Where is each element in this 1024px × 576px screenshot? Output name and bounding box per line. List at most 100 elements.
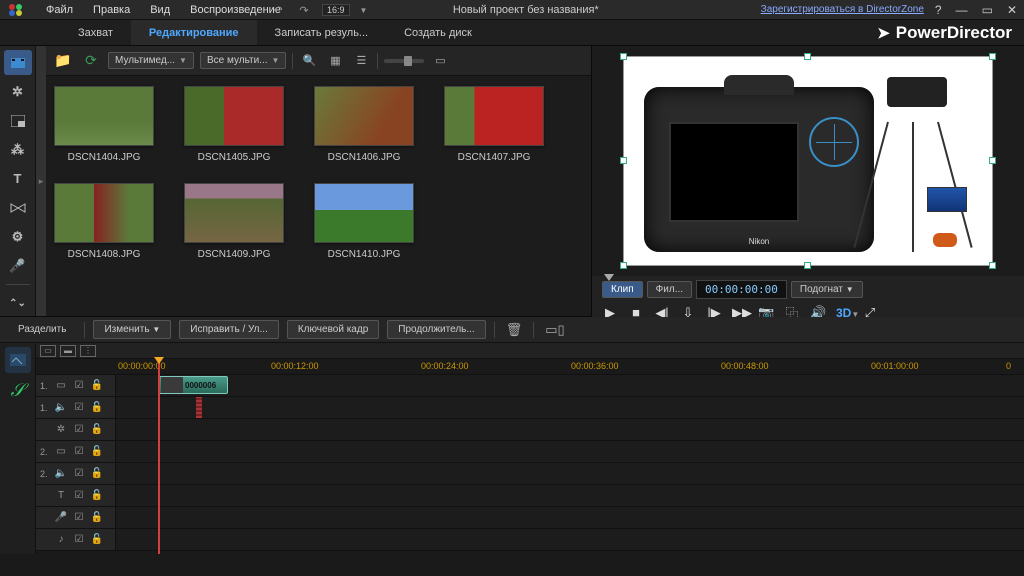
media-thumb[interactable]: DSCN1405.JPG [184,86,284,163]
visibility-icon[interactable]: ☑ [72,468,86,479]
playhead[interactable] [158,359,160,554]
track-header-title[interactable]: T☑🔓 [36,485,116,507]
track-header-voice[interactable]: 🎤☑🔓 [36,507,116,529]
delete-icon[interactable]: 🗑 [503,322,526,338]
lock-icon[interactable]: 🔓 [90,446,104,457]
track-title[interactable] [116,485,1024,507]
help-icon[interactable]: ? [932,3,945,17]
tool-audio-room[interactable]: ⚙ [4,224,32,249]
lock-icon[interactable]: 🔓 [90,512,104,523]
media-thumb[interactable]: DSCN1409.JPG [184,183,284,260]
close-icon[interactable]: ✕ [1004,3,1020,17]
import-folder-icon[interactable]: 📁 [52,51,74,71]
menu-file[interactable]: Файл [36,4,83,16]
resize-handle[interactable] [804,262,811,269]
preview-mode-clip[interactable]: Клип [602,281,643,298]
track-header-music[interactable]: ♪☑🔓 [36,529,116,551]
track-header-fx[interactable]: ✲☑🔓 [36,419,116,441]
visibility-icon[interactable]: ☑ [72,534,86,545]
directorzone-link[interactable]: Зарегистрироваться в DirectorZone [761,4,924,15]
menu-view[interactable]: Вид [140,4,180,16]
lock-icon[interactable]: 🔓 [90,534,104,545]
resize-handle[interactable] [620,262,627,269]
tool-transition-room[interactable] [4,195,32,220]
menu-edit[interactable]: Правка [83,4,140,16]
tool-more[interactable]: ⌃⌄ [4,291,32,316]
visibility-icon[interactable]: ☑ [72,424,86,435]
timeline-clip[interactable]: 0000006 [158,376,228,394]
media-thumb[interactable]: DSCN1404.JPG [54,86,154,163]
media-thumb[interactable]: DSCN1410.JPG [314,183,414,260]
maximize-icon[interactable]: ▭ [979,3,996,17]
media-thumb[interactable]: DSCN1406.JPG [314,86,414,163]
preview-viewport[interactable]: Nikon [592,46,1024,276]
tab-produce[interactable]: Записать резуль... [257,20,387,45]
lock-icon[interactable]: 🔓 [90,490,104,501]
thumbnail-zoom-slider[interactable] [384,59,424,63]
tab-edit[interactable]: Редактирование [131,20,257,45]
preview-canvas[interactable]: Nikon [623,56,993,266]
redo-icon[interactable]: ↷ [296,2,312,18]
track-header-video-1[interactable]: 1.▭☑🔓 [36,375,116,397]
lock-icon[interactable]: 🔓 [90,424,104,435]
tl-view-mode-3[interactable]: ⋮ [80,345,96,357]
track-video-1[interactable]: 0000006 [116,375,1024,397]
resize-handle[interactable] [804,53,811,60]
preview-fit-dropdown[interactable]: Подогнат ▼ [791,281,863,298]
side-collapse-handle[interactable]: ▸ [36,46,46,316]
modify-button[interactable]: Изменить ▼ [93,320,171,339]
visibility-icon[interactable]: ☑ [72,512,86,523]
track-header-audio-1[interactable]: 1.🔈☑🔓 [36,397,116,419]
lib-detail-icon[interactable]: ▭ [430,52,450,70]
aspect-ratio-box[interactable]: 16:9 [322,4,350,16]
timeline-svrt-icon[interactable]: 𝒮 [5,377,31,403]
visibility-icon[interactable]: ☑ [72,490,86,501]
seek-pointer-icon[interactable] [604,274,614,281]
lib-list-view-icon[interactable]: ☰ [351,52,371,70]
resize-handle[interactable] [989,53,996,60]
track-audio-2[interactable] [116,463,1024,485]
tl-view-mode-2[interactable]: ▬ [60,345,76,357]
track-voice[interactable] [116,507,1024,529]
duration-button[interactable]: Продолжитель... [387,320,485,339]
track-video-2[interactable] [116,441,1024,463]
visibility-icon[interactable]: ☑ [72,402,86,413]
track-header-audio-2[interactable]: 2.🔈☑🔓 [36,463,116,485]
ripple-marker[interactable] [196,397,202,418]
more-tools-icon[interactable]: ▭▯ [542,322,567,338]
library-filter-dropdown[interactable]: Мультимед...▼ [108,52,194,69]
track-audio-1[interactable] [116,397,1024,419]
media-thumb[interactable]: DSCN1407.JPG [444,86,544,163]
visibility-icon[interactable]: ☑ [72,446,86,457]
timeline-overview-icon[interactable] [5,347,31,373]
resize-handle[interactable] [620,53,627,60]
tool-particle-room[interactable]: ⁂ [4,137,32,162]
tool-voice-room[interactable]: 🎤 [4,253,32,278]
preview-mode-film[interactable]: Фил... [647,281,692,298]
lock-icon[interactable]: 🔓 [90,468,104,479]
resize-handle[interactable] [620,157,627,164]
lib-search-icon[interactable]: 🔍 [299,52,319,70]
tool-title-room[interactable]: T [4,166,32,191]
split-button[interactable]: Разделить [8,321,76,338]
minimize-icon[interactable]: — [953,3,971,17]
tl-view-mode-1[interactable]: ▭ [40,345,56,357]
track-fx[interactable] [116,419,1024,441]
visibility-icon[interactable]: ☑ [72,380,86,391]
undo-icon[interactable]: ↶ [270,2,286,18]
tab-capture[interactable]: Захват [60,20,131,45]
keyframe-button[interactable]: Ключевой кадр [287,320,379,339]
tool-effect-room[interactable]: ✲ [4,79,32,104]
tool-media-room[interactable] [4,50,32,75]
timeline-ruler[interactable]: 00:00:00:00 00:00:12:00 00:00:24:00 00:0… [36,359,1024,375]
resize-handle[interactable] [989,157,996,164]
fix-enhance-button[interactable]: Исправить / Ул... [179,320,279,339]
media-thumb[interactable]: DSCN1408.JPG [54,183,154,260]
track-header-video-2[interactable]: 2.▭☑🔓 [36,441,116,463]
track-music[interactable] [116,529,1024,551]
lock-icon[interactable]: 🔓 [90,402,104,413]
library-category-dropdown[interactable]: Все мульти...▼ [200,52,286,69]
lock-icon[interactable]: 🔓 [90,380,104,391]
lib-grid-view-icon[interactable]: ▦ [325,52,345,70]
resize-handle[interactable] [989,262,996,269]
